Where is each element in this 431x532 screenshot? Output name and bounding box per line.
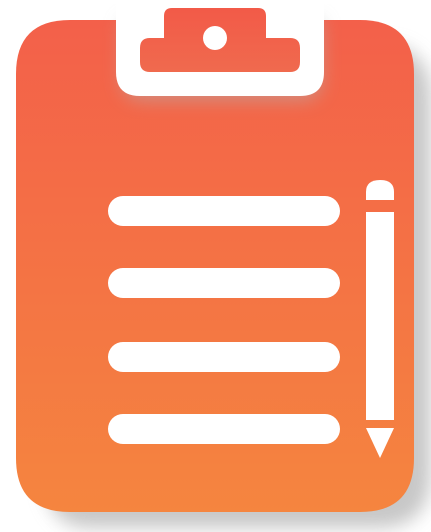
- pencil-body: [366, 212, 394, 420]
- text-line: [108, 196, 340, 226]
- text-line: [108, 414, 340, 444]
- pencil-icon: [366, 180, 394, 458]
- clipboard-with-pencil-icon: [16, 0, 431, 528]
- pencil-cap: [366, 180, 394, 200]
- app-icon-canvas: [0, 0, 431, 532]
- clip-hole: [203, 26, 227, 50]
- text-line: [108, 268, 340, 298]
- text-line: [108, 342, 340, 372]
